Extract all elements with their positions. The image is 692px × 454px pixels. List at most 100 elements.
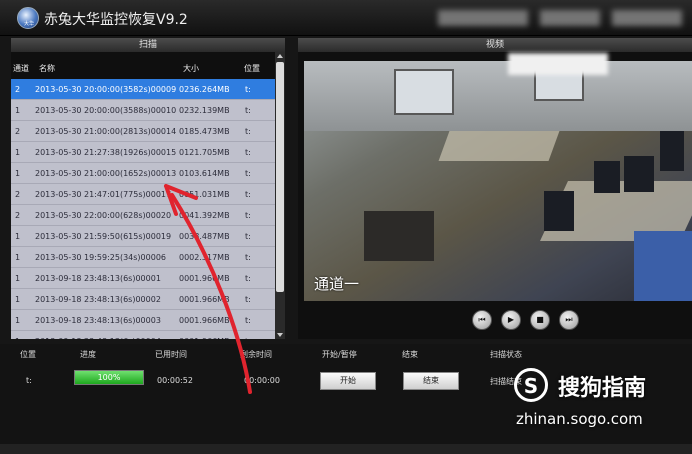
status-col-progress: 进度 [80, 350, 96, 359]
row-size: 0103.614MB [179, 169, 230, 178]
app-title: 赤兔大华监控恢复V9.2 [44, 12, 188, 28]
row-size: 0051.031MB [179, 190, 230, 199]
col-channel[interactable]: 通道 [13, 63, 29, 74]
video-scene-person [634, 231, 692, 301]
scan-table-header: 通道 名称 大小 位置 [11, 56, 275, 78]
status-header: 位置 进度 已用时间 剩余时间 开始/暂停 结束 扫描状态 [0, 344, 692, 362]
row-channel: 2 [15, 127, 21, 136]
row-position: t: [245, 232, 251, 241]
table-row[interactable]: 1 2013-05-30 21:27:38(1926s)00015 0121.705… [11, 142, 275, 163]
title-bar: 大华 赤兔大华监控恢复V9.2 [0, 0, 692, 36]
status-col-start-pause: 开始/暂停 [322, 350, 357, 359]
row-position: t: [245, 274, 251, 283]
table-row[interactable]: 1 2013-05-30 21:00:00(1652s)00013 0103.614… [11, 163, 275, 184]
video-scene-desk [438, 131, 560, 161]
prev-button[interactable]: ⏮ [472, 310, 492, 330]
row-size: 0185.473MB [179, 127, 230, 136]
table-row[interactable]: 1 2013-05-30 20:00:00(3588s)00010 0232.139… [11, 100, 275, 121]
table-row[interactable]: 2 2013-05-30 21:47:01(775s)00017 0051.031M… [11, 184, 275, 205]
video-scene-monitor [594, 161, 620, 193]
status-col-scan-state: 扫描状态 [490, 350, 522, 359]
row-position: t: [245, 295, 251, 304]
col-name[interactable]: 名称 [39, 63, 55, 74]
scan-list-scrollbar[interactable] [275, 52, 285, 339]
table-row[interactable]: 1 2013-09-18 23:48:13(6s)00001 0001.966MB t… [11, 268, 275, 289]
stop-icon: ■ [536, 315, 544, 324]
table-row[interactable]: 1 2013-09-18 23:48:13(6s)00003 0001.966MB t… [11, 310, 275, 331]
row-name: 2013-05-30 21:59:50(615s)00019 [35, 232, 172, 241]
table-row[interactable]: 1 2013-05-30 21:59:50(615s)00019 0038.487M… [11, 226, 275, 247]
video-panel: 视频 通道一 ⏮ ▶ ■ ⏭ [298, 38, 692, 339]
video-scene-chairs [364, 211, 434, 261]
sogou-watermark: S 搜狗指南 zhinan.sogo.com [512, 366, 692, 436]
watermark-name: 搜狗指南 [558, 376, 647, 401]
table-row[interactable]: 2 2013-05-30 22:00:00(628s)00020 0041.392M… [11, 205, 275, 226]
row-name: 2013-09-18 23:48:13(6s)00004 [35, 337, 161, 339]
video-scene-monitor [624, 156, 654, 192]
row-name: 2013-05-30 20:00:00(3588s)00010 [35, 106, 177, 115]
row-channel: 1 [15, 148, 21, 157]
blurred-region [612, 10, 682, 26]
start-button[interactable]: 开始 [320, 372, 376, 390]
video-channel-label: 通道一 [314, 275, 360, 293]
row-size: 0001.966MB [179, 316, 230, 325]
row-channel: 1 [15, 232, 21, 241]
row-name: 2013-09-18 23:48:13(6s)00003 [35, 316, 161, 325]
row-name: 2013-05-30 21:47:01(775s)00017 [35, 190, 172, 199]
col-size[interactable]: 大小 [183, 63, 199, 74]
row-position: t: [245, 337, 251, 339]
row-name: 2013-05-30 21:27:38(1926s)00015 [35, 148, 177, 157]
video-scene-monitor [660, 131, 684, 171]
status-col-end: 结束 [402, 350, 418, 359]
app-logo-icon: 大华 [17, 7, 39, 29]
row-name: 2013-09-18 23:48:13(6s)00001 [35, 274, 161, 283]
blurred-region [540, 10, 600, 26]
scan-panel-header: 扫描 [11, 38, 285, 52]
scroll-down-icon[interactable] [277, 333, 283, 337]
scrollbar-thumb[interactable] [276, 62, 284, 292]
playback-controls: ⏮ ▶ ■ ⏭ [472, 310, 582, 330]
play-button[interactable]: ▶ [501, 310, 521, 330]
row-size: 0232.139MB [179, 106, 230, 115]
play-icon: ▶ [507, 315, 515, 324]
row-name: 2013-05-30 21:00:00(1652s)00013 [35, 169, 177, 178]
scan-progress-bar: 100% [74, 370, 144, 385]
blurred-region [438, 10, 528, 26]
table-row[interactable]: 1 2013-09-18 23:48:13(6s)00002 0001.966MB t… [11, 289, 275, 310]
end-button[interactable]: 结束 [403, 372, 459, 390]
row-size: 0121.705MB [179, 148, 230, 157]
row-position: t: [245, 211, 251, 220]
row-channel: 2 [15, 211, 21, 220]
sogou-logo-icon: S [514, 368, 548, 402]
status-col-elapsed: 已用时间 [155, 350, 187, 359]
scroll-up-icon[interactable] [277, 54, 283, 58]
stop-button[interactable]: ■ [530, 310, 550, 330]
scan-panel: 扫描 通道 名称 大小 位置 2 2013-05-30 20:00:00(3582… [11, 38, 285, 339]
row-position: t: [245, 190, 251, 199]
row-channel: 1 [15, 337, 20, 339]
video-scene-wall [304, 61, 692, 131]
row-position: t: [245, 127, 251, 136]
row-channel: 2 [15, 190, 21, 199]
table-row[interactable]: 1 2013-09-18 23:48:13(6s)00004 0001.966MB t… [11, 331, 275, 339]
row-name: 2013-05-30 21:00:00(2813s)00014 [35, 127, 177, 136]
row-size: 0001.966MB [179, 274, 230, 283]
row-channel: 1 [15, 274, 21, 283]
row-size: 0236.264MB [179, 85, 230, 94]
blurred-region [508, 53, 608, 75]
table-row[interactable]: 1 2013-05-30 19:59:25(34s)00006 0002.317MB… [11, 247, 275, 268]
row-channel: 1 [15, 316, 21, 325]
video-preview: 通道一 [304, 61, 692, 301]
app-logo-text: 大华 [23, 21, 34, 27]
horizontal-scrollbar[interactable] [0, 444, 692, 454]
row-size: 0001.966MB [179, 337, 230, 339]
sogou-logo-glyph: S [523, 374, 539, 398]
next-button[interactable]: ⏭ [559, 310, 579, 330]
col-position[interactable]: 位置 [244, 63, 260, 74]
row-channel: 1 [15, 253, 21, 262]
row-position: t: [245, 148, 251, 157]
table-row[interactable]: 2 2013-05-30 21:00:00(2813s)00014 0185.473… [11, 121, 275, 142]
table-row[interactable]: 2 2013-05-30 20:00:00(3582s)00009 0236.264… [11, 79, 275, 100]
row-channel: 1 [15, 106, 21, 115]
video-scene-monitor [544, 191, 574, 231]
